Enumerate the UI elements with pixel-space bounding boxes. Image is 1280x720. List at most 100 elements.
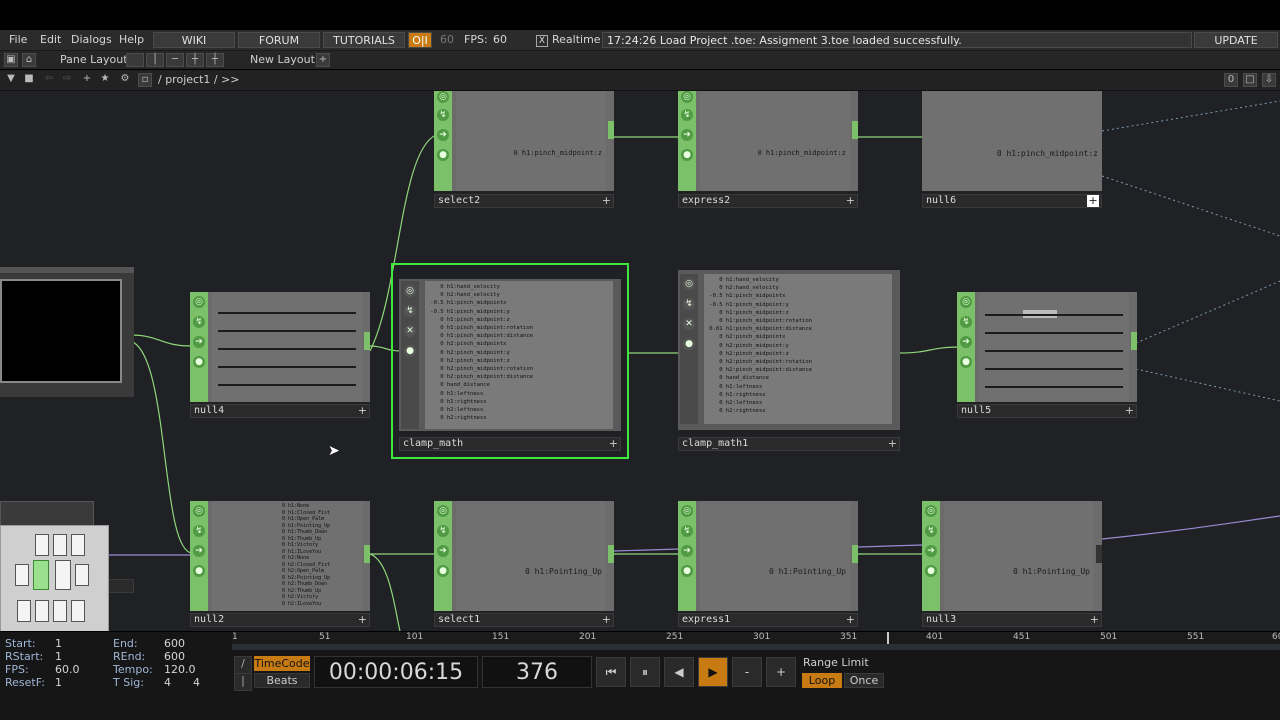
display-icon[interactable]: ➔	[925, 545, 937, 557]
chevron-down-icon[interactable]: ▼	[4, 73, 18, 87]
layout-triple-icon[interactable]: ┼	[186, 53, 204, 67]
output-connector[interactable]	[1096, 545, 1102, 563]
node-null3[interactable]: ◎ ↯ ➔ ● 0 h1:Pointing_Up null3 +	[922, 501, 1102, 627]
output-connector[interactable]	[608, 121, 614, 139]
tsig-denominator[interactable]: 4	[193, 676, 200, 689]
pane-thumb[interactable]	[75, 564, 89, 586]
display-icon[interactable]: ➔	[437, 545, 449, 557]
bypass-icon[interactable]: ↯	[681, 109, 693, 121]
star-icon[interactable]: ★	[98, 73, 112, 87]
bypass-icon[interactable]: ↯	[925, 525, 937, 537]
network-editor[interactable]: ◎ ↯ ➔ ● 0 h1:pinch_midpoint:z select2 + …	[0, 91, 1280, 631]
pane-switcher-widget[interactable]	[0, 525, 109, 631]
lock-icon[interactable]: ●	[681, 149, 693, 161]
rend-value[interactable]: 600	[164, 650, 185, 663]
layout-split-v-icon[interactable]: │	[146, 53, 164, 67]
tutorials-button[interactable]: TUTORIALS	[323, 32, 405, 48]
close-icon[interactable]: ✕	[683, 318, 695, 330]
node-name[interactable]: null6	[926, 195, 956, 207]
viewer-icon[interactable]: ◎	[683, 278, 695, 290]
screen-node[interactable]	[0, 267, 134, 593]
forum-button[interactable]: FORUM	[238, 32, 320, 48]
network-path[interactable]: / project1 / >>	[158, 73, 240, 87]
bypass-icon[interactable]: ↯	[404, 305, 416, 317]
display-icon[interactable]: ➔	[681, 545, 693, 557]
pipe-icon[interactable]: |	[234, 673, 252, 691]
bypass-icon[interactable]: ↯	[437, 525, 449, 537]
output-connector[interactable]	[852, 545, 858, 563]
layout-split-h-icon[interactable]: ─	[166, 53, 184, 67]
node-name[interactable]: null2	[194, 614, 224, 626]
bypass-icon[interactable]: ↯	[193, 316, 205, 328]
menu-dialogs[interactable]: Dialogs	[71, 32, 112, 48]
node-name[interactable]: clamp_math	[403, 438, 463, 450]
node-plus-icon[interactable]: +	[1090, 614, 1099, 626]
node-null4[interactable]: ◎ ↯ ➔ ● null4 +	[190, 292, 370, 418]
lock-icon[interactable]: ●	[437, 149, 449, 161]
realtime-checkbox[interactable]: X	[536, 35, 548, 47]
node-name[interactable]: select2	[438, 195, 480, 207]
display-icon[interactable]: ➔	[960, 336, 972, 348]
forward-arrow-icon[interactable]: ⇨	[60, 73, 74, 87]
perform-mode-button[interactable]: O|I	[408, 32, 432, 48]
display-icon[interactable]: ➔	[681, 129, 693, 141]
lock-icon[interactable]: ●	[404, 345, 416, 357]
timecode-display[interactable]: 00:00:06:15	[314, 656, 478, 688]
node-plus-icon[interactable]: +	[609, 438, 618, 450]
layout-single-icon[interactable]	[126, 53, 144, 67]
node-clamp-math1[interactable]: ◎ ↯ ✕ ● 0 h1:hand_velocity 0 h2:hand_vel…	[678, 270, 900, 451]
lock-icon[interactable]: ●	[193, 565, 205, 577]
pane-thumb[interactable]	[53, 534, 67, 556]
pane-thumb[interactable]	[35, 534, 49, 556]
pane-thumb[interactable]	[15, 564, 29, 586]
node-null6[interactable]: 0 h1:pinch_midpoint:z null6 +	[922, 91, 1102, 208]
display-icon[interactable]: ➔	[437, 129, 449, 141]
pane-thumb-active[interactable]	[33, 560, 49, 590]
node-clamp-math[interactable]: ◎ ↯ ✕ ● 0 h1:hand_velocity 0 h2:hand_vel…	[391, 263, 629, 459]
node-name[interactable]: null5	[961, 405, 991, 417]
layout-quad-icon[interactable]: ┼	[206, 53, 224, 67]
add-layout-button[interactable]: +	[316, 53, 330, 67]
display-icon[interactable]: ➔	[193, 545, 205, 557]
lock-icon[interactable]: ●	[193, 356, 205, 368]
menu-help[interactable]: Help	[119, 32, 144, 48]
settings-icon[interactable]: ⚙	[118, 73, 132, 87]
pane-thumb[interactable]	[71, 600, 85, 622]
fps-value-tl[interactable]: 60.0	[55, 663, 80, 676]
output-connector[interactable]	[1131, 332, 1137, 350]
bypass-icon[interactable]: ↯	[683, 298, 695, 310]
output-connector[interactable]	[852, 121, 858, 139]
pane-icon[interactable]: ▣	[4, 53, 18, 67]
add-icon[interactable]: +	[80, 73, 94, 87]
viewer-icon[interactable]: ◎	[681, 505, 693, 517]
node-null2[interactable]: ◎ ↯ ➔ ● 0 h1:None 0 h1:Closed_Fist 0 h1:…	[190, 501, 370, 627]
node-name[interactable]: express2	[682, 195, 730, 207]
node-plus-icon[interactable]: +	[846, 614, 855, 626]
node-select2[interactable]: ◎ ↯ ➔ ● 0 h1:pinch_midpoint:z select2 +	[434, 91, 614, 208]
viewer-icon[interactable]: ◎	[960, 296, 972, 308]
close-icon[interactable]: ✕	[404, 325, 416, 337]
node-plus-icon[interactable]: +	[1125, 405, 1134, 417]
update-button[interactable]: UPDATE	[1194, 32, 1278, 48]
bypass-icon[interactable]: ↯	[193, 525, 205, 537]
once-toggle[interactable]: Once	[844, 673, 884, 688]
step-back-icon[interactable]: ◀	[664, 657, 694, 687]
rewind-to-start-icon[interactable]: ⏮	[596, 657, 626, 687]
wiki-button[interactable]: WIKI	[153, 32, 235, 48]
timecode-toggle[interactable]: TimeCode	[254, 656, 310, 671]
pane-thumb[interactable]	[71, 534, 85, 556]
node-name[interactable]: null4	[194, 405, 224, 417]
pane-thumb[interactable]	[53, 600, 67, 622]
speed-decrease-button[interactable]: -	[732, 657, 762, 687]
pane-thumb[interactable]	[55, 560, 71, 590]
frame-display[interactable]: 376	[482, 656, 592, 688]
timeline-track[interactable]	[232, 644, 1280, 650]
node-name[interactable]: clamp_math1	[682, 438, 748, 450]
node-null5[interactable]: ◎ ↯ ➔ ● null5 +	[957, 292, 1137, 418]
viewer-icon[interactable]: ◎	[925, 505, 937, 517]
play-icon[interactable]: ▶	[698, 657, 728, 687]
node-plus-icon[interactable]: +	[358, 614, 367, 626]
output-connector[interactable]	[608, 545, 614, 563]
node-express2[interactable]: ◎ ↯ ➔ ● 0 h1:pinch_midpoint:z express2 +	[678, 91, 858, 208]
bypass-icon[interactable]: ↯	[437, 109, 449, 121]
